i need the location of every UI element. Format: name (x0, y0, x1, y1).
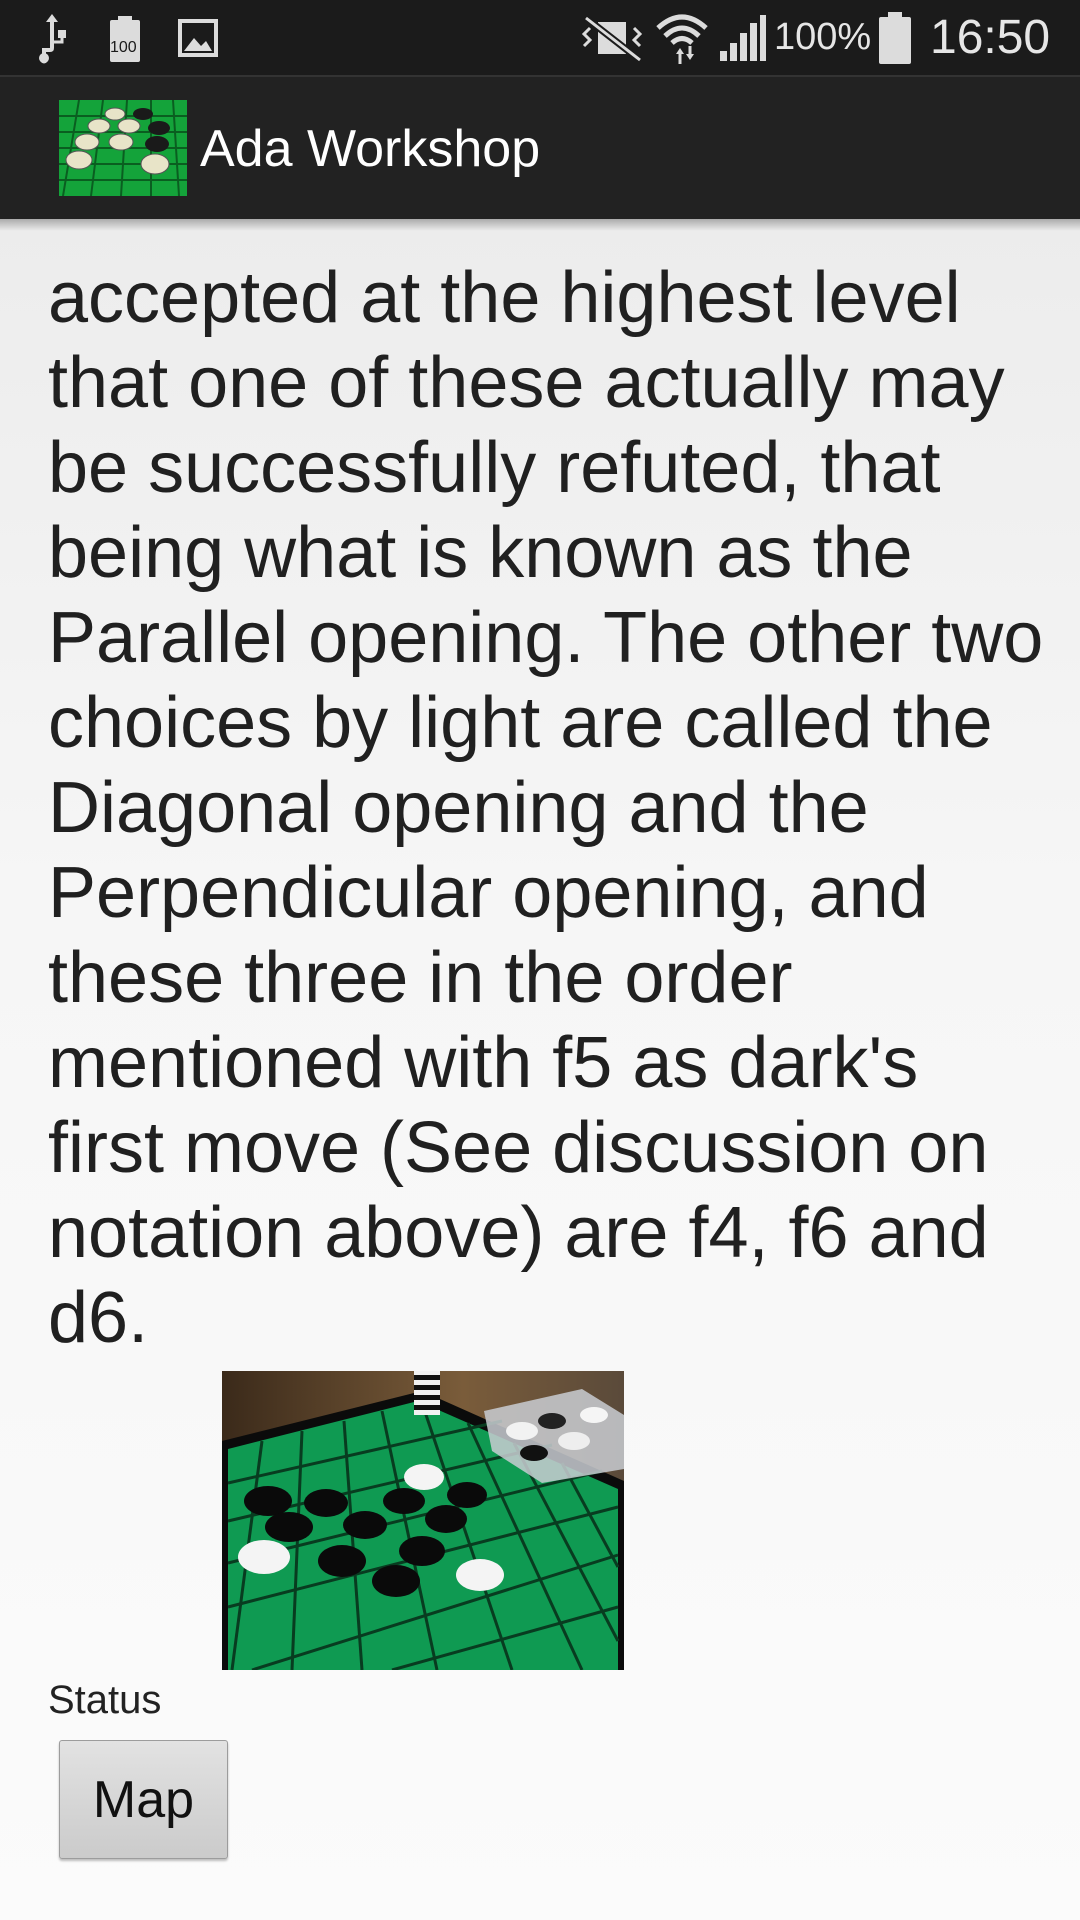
battery-saver-label: 100 (110, 38, 137, 56)
othello-board-icon[interactable] (59, 100, 187, 196)
status-bar: 100 100% 16:50 (0, 0, 1080, 75)
usb-icon (34, 0, 70, 75)
article-text: accepted at the highest level that one o… (48, 258, 1044, 1358)
othello-board-photo (222, 1371, 624, 1670)
action-bar-shadow (0, 219, 1080, 231)
clock: 16:50 (930, 11, 1051, 64)
vibrate-mute-icon (576, 0, 648, 75)
map-button[interactable]: Map (59, 1740, 228, 1859)
action-bar: Ada Workshop (0, 75, 1080, 219)
status-label: Status (48, 1678, 162, 1722)
image-icon (178, 0, 218, 75)
signal-icon (718, 0, 768, 75)
app-title: Ada Workshop (200, 120, 541, 178)
battery-icon (876, 0, 914, 75)
battery-percent: 100% (774, 16, 872, 58)
wifi-icon (654, 0, 710, 75)
